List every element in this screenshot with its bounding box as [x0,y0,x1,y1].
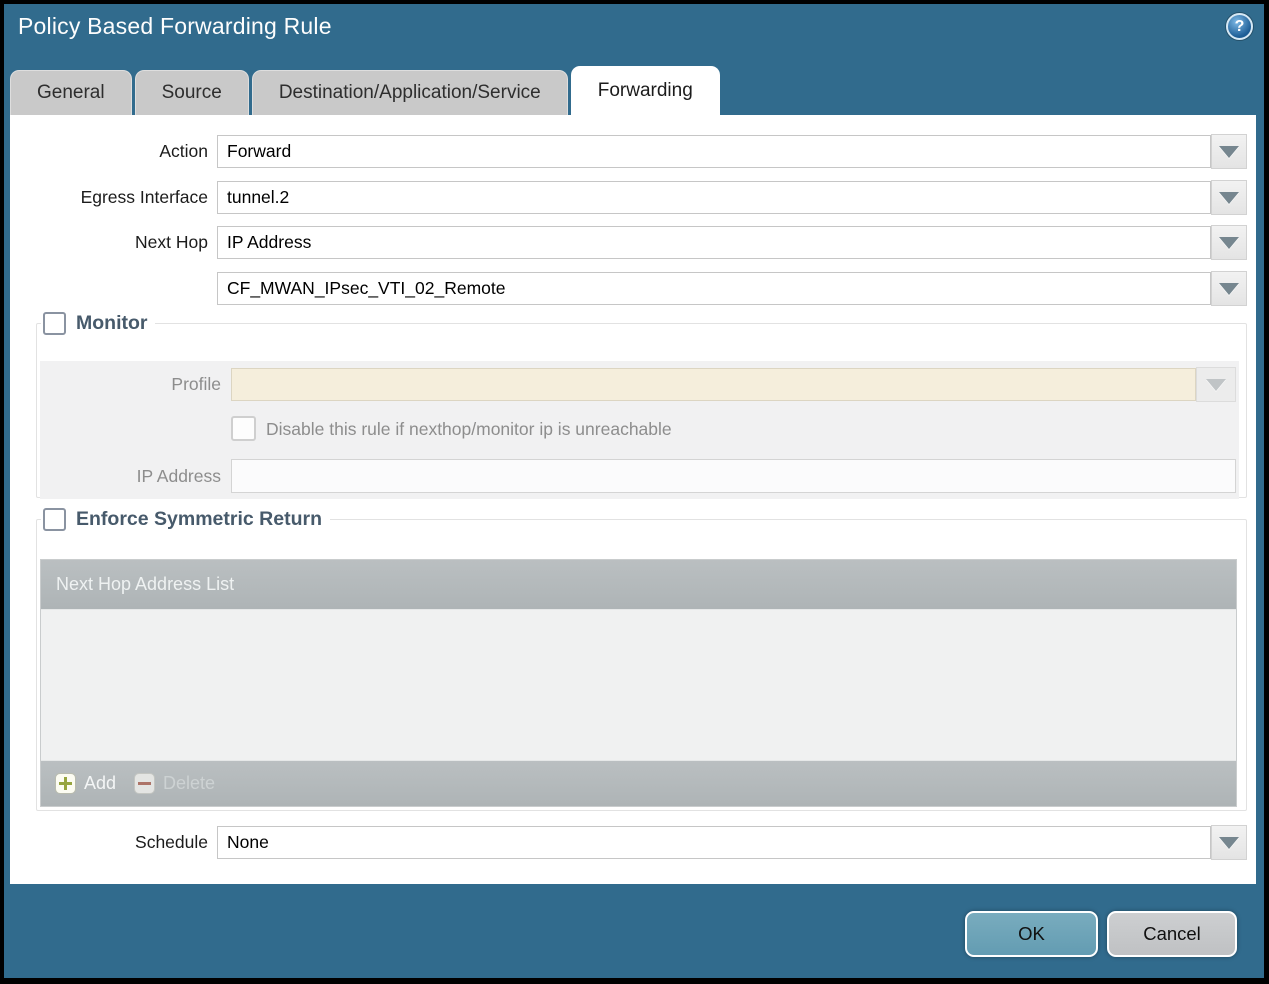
disable-rule-checkbox [231,416,256,441]
symmetric-return-section: Enforce Symmetric Return Next Hop Addres… [36,508,1247,811]
tab-bar: General Source Destination/Application/S… [10,66,720,115]
next-hop-type-select[interactable]: IP Address [217,226,1211,259]
monitor-legend: Monitor [41,312,155,335]
tab-source[interactable]: Source [134,70,249,115]
plus-icon [55,773,76,794]
egress-interface-select[interactable]: tunnel.2 [217,181,1211,214]
tab-destination-application-service[interactable]: Destination/Application/Service [251,70,568,115]
next-hop-address-list-header: Next Hop Address List [41,560,1236,610]
help-icon[interactable]: ? [1226,13,1253,40]
next-hop-type-dropdown-button[interactable] [1211,225,1247,260]
egress-interface-label: Egress Interface [80,187,208,207]
action-dropdown-button[interactable] [1211,134,1247,169]
schedule-select[interactable]: None [217,826,1211,859]
dialog-title: Policy Based Forwarding Rule [18,13,332,39]
chevron-down-icon [1219,145,1239,158]
chevron-down-icon [1219,191,1239,204]
next-hop-label: Next Hop [135,232,208,252]
monitor-ip-address-field [231,459,1236,493]
minus-icon [134,773,156,794]
disable-rule-label: Disable this rule if nexthop/monitor ip … [266,419,672,439]
schedule-label: Schedule [135,832,208,852]
monitor-section: Monitor Profile Disable this rule if nex… [36,312,1247,499]
help-glyph: ? [1234,17,1245,35]
symmetric-return-section-title: Enforce Symmetric Return [76,508,322,530]
chevron-down-icon [1219,836,1239,849]
schedule-dropdown-button[interactable] [1211,825,1247,860]
next-hop-address-select[interactable]: CF_MWAN_IPsec_VTI_02_Remote [217,272,1211,305]
monitor-checkbox[interactable] [43,312,66,335]
cancel-button[interactable]: Cancel [1107,911,1237,957]
enforce-symmetric-return-checkbox[interactable] [43,508,66,531]
chevron-down-icon [1219,236,1239,249]
monitor-ip-address-label: IP Address [136,466,221,486]
symmetric-return-legend: Enforce Symmetric Return [41,508,330,531]
delete-button: Delete [134,773,215,794]
monitor-section-title: Monitor [76,312,148,334]
egress-interface-dropdown-button[interactable] [1211,180,1247,215]
monitor-profile-field [231,368,1196,401]
chevron-down-icon [1206,378,1226,391]
monitor-profile-label: Profile [171,374,221,394]
tab-forwarding[interactable]: Forwarding [570,66,720,115]
chevron-down-icon [1219,282,1239,295]
tab-general[interactable]: General [10,70,132,115]
next-hop-address-list-footer: Add Delete [41,760,1236,806]
action-select[interactable]: Forward [217,135,1211,168]
next-hop-address-dropdown-button[interactable] [1211,271,1247,306]
add-button[interactable]: Add [55,773,116,794]
action-label: Action [159,141,208,161]
ok-button[interactable]: OK [965,911,1098,957]
next-hop-address-list-table: Next Hop Address List Add Delete [40,559,1237,807]
next-hop-address-list-body [41,610,1236,760]
monitor-profile-dropdown-button [1196,367,1236,402]
